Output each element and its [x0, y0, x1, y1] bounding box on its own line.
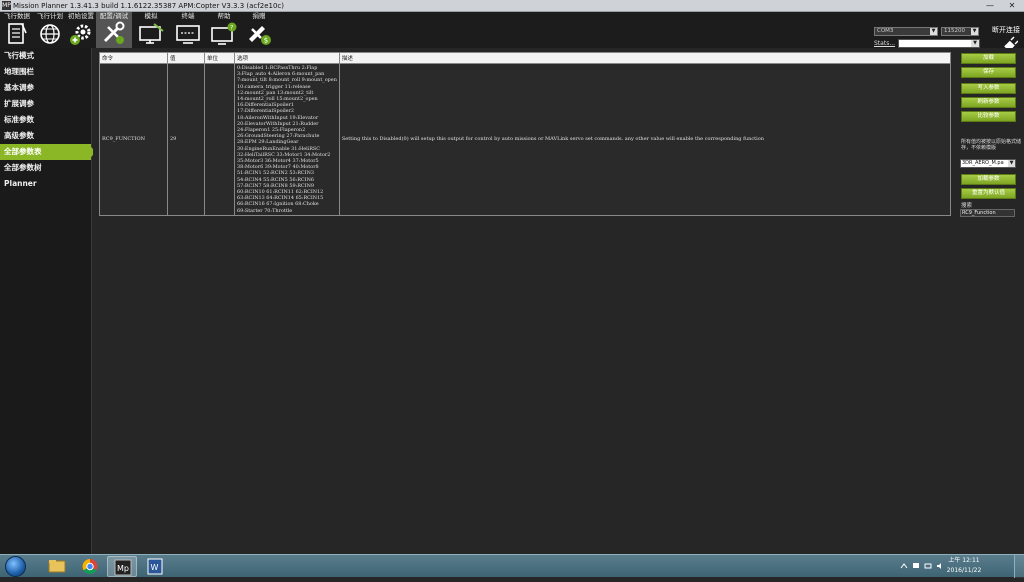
column-header-value[interactable]: 值 — [167, 52, 205, 64]
sidebar-item-flight-modes[interactable]: 飞行模式 — [0, 48, 91, 64]
param-options-cell: 0:Disabled 1:RCPassThru 2:Flap 3:Flap_aut… — [234, 63, 340, 216]
sidebar-item-basic-tuning[interactable]: 基本调参 — [0, 80, 91, 96]
title-bar: MP Mission Planner 1.3.41.3 build 1.1.61… — [0, 0, 1024, 12]
sidebar-item-advanced-params[interactable]: 高级参数 — [0, 128, 91, 144]
param-description-cell: Setting this to Disabled(0) will setup t… — [338, 63, 952, 216]
donate-icon: $ — [249, 26, 271, 45]
menu-help[interactable]: 帮助 ? — [207, 12, 241, 48]
param-command-cell: RC9_FUNCTION — [99, 63, 168, 216]
param-table: 命令 值 单位 选项 描述 RC9_FUNCTION 29 0:Disabled… — [99, 52, 952, 216]
param-file-value: 3DR_AERO_M.pa — [962, 160, 1004, 166]
sidebar-item-full-param-tree[interactable]: 全部参数树 — [0, 160, 91, 176]
chevron-down-icon: ▼ — [1008, 160, 1015, 167]
reset-default-button[interactable]: 重置为默认值 — [961, 188, 1016, 199]
chevron-down-icon: ▼ — [971, 40, 979, 47]
write-params-button[interactable]: 写入参数 — [961, 83, 1016, 94]
volume-icon[interactable] — [936, 562, 944, 570]
clock-time: 上午 12:11 — [948, 557, 980, 564]
menu-label: 模拟 — [144, 12, 158, 20]
taskbar-clock[interactable]: 上午 12:11 2016/11/22 — [944, 556, 984, 576]
column-header-description[interactable]: 描述 — [338, 52, 952, 64]
load-button[interactable]: 加载 — [961, 53, 1016, 64]
menu-donate[interactable]: 捐赠 $ — [242, 12, 276, 48]
start-button[interactable] — [5, 556, 26, 577]
option-line: 69:Starter 70:Throttle — [237, 207, 293, 214]
menu-flight-plan[interactable]: 飞行计划 — [33, 12, 67, 48]
config-tuning-icon — [103, 21, 125, 44]
menu-terminal[interactable]: 终端 — [171, 12, 205, 48]
taskbar-app-mission-planner[interactable]: Mp — [107, 556, 137, 577]
sidebar-item-extended-tuning[interactable]: 扩展调参 — [0, 96, 91, 112]
tray-expand-icon[interactable] — [900, 562, 908, 570]
svg-text:?: ? — [230, 24, 233, 32]
stats-link[interactable]: Stats... — [874, 40, 895, 47]
clock-date: 2016/11/22 — [946, 567, 982, 574]
param-list-panel: 命令 值 单位 选项 描述 RC9_FUNCTION 29 0:Disabled… — [93, 48, 1024, 554]
top-menu: 飞行数据 飞行计划 初始设置 配置/调试 模拟 终端 帮助 ? 捐赠 $ COM… — [0, 12, 1024, 57]
menu-label: 飞行数据 — [4, 12, 30, 20]
taskbar-app-chrome[interactable] — [75, 556, 105, 577]
svg-text:W: W — [151, 563, 159, 572]
menu-simulation[interactable]: 模拟 — [134, 12, 168, 48]
param-actions-panel: 加载 保存 写入参数 刷新参数 比较参数 所有值均被按以原始格式储存，不依赖模版… — [958, 48, 1024, 554]
load-presaved-button[interactable]: 加载参数 — [961, 174, 1016, 185]
flag-icon[interactable] — [912, 562, 920, 570]
config-sidebar: 飞行模式 地理围栏 基本调参 扩展调参 标准参数 高级参数 全部参数表 全部参数… — [0, 48, 96, 554]
sidebar-item-geofence[interactable]: 地理围栏 — [0, 64, 91, 80]
sidebar-item-planner[interactable]: Planner — [0, 176, 91, 192]
help-icon: ? — [211, 22, 237, 45]
save-button[interactable]: 保存 — [961, 67, 1016, 78]
svg-text:$: $ — [264, 37, 268, 45]
param-value-cell[interactable]: 29 — [167, 63, 205, 216]
window-title: Mission Planner 1.3.41.3 build 1.1.6122.… — [13, 2, 284, 10]
sidebar-item-full-param-list[interactable]: 全部参数表 — [0, 144, 96, 160]
menu-label: 帮助 — [217, 12, 231, 20]
svg-text:Mp: Mp — [117, 564, 129, 573]
globe-icon — [40, 24, 60, 44]
show-desktop-button[interactable] — [1014, 555, 1024, 578]
column-header-command[interactable]: 命令 — [99, 52, 168, 64]
menu-config-tuning[interactable]: 配置/调试 — [96, 12, 132, 48]
app-icon: MP — [2, 1, 11, 10]
param-file-select[interactable]: 3DR_AERO_M.pa ▼ — [960, 159, 1016, 168]
storage-note: 所有值均被按以原始格式储存，不依赖模版 — [961, 139, 1022, 151]
stats-select[interactable]: ▼ — [898, 39, 980, 48]
flight-data-icon — [8, 23, 27, 44]
disconnect-label[interactable]: 断开连接 — [992, 25, 1020, 35]
compare-params-button[interactable]: 比较参数 — [961, 111, 1016, 122]
minimize-button[interactable]: — — [982, 0, 998, 12]
explorer-icon — [48, 560, 66, 573]
menu-flight-data[interactable]: 飞行数据 — [0, 12, 34, 48]
column-header-unit[interactable]: 单位 — [204, 52, 235, 64]
taskbar-app-word[interactable]: W — [140, 556, 170, 577]
menu-label: 配置/调试 — [99, 12, 129, 20]
word-icon: W — [147, 558, 163, 575]
menu-label: 飞行计划 — [37, 12, 63, 20]
menu-label: 终端 — [181, 12, 195, 20]
param-unit-cell — [204, 63, 235, 216]
search-label: 搜索 — [961, 203, 973, 209]
table-header-row: 命令 值 单位 选项 描述 — [99, 52, 952, 64]
simulation-icon — [139, 23, 164, 44]
taskbar-app-explorer[interactable] — [42, 556, 72, 577]
close-button[interactable]: ✕ — [1004, 0, 1020, 12]
network-icon[interactable] — [924, 562, 932, 570]
chrome-icon — [82, 559, 98, 574]
terminal-icon — [176, 25, 200, 44]
initial-setup-icon — [70, 24, 91, 45]
refresh-params-button[interactable]: 刷新参数 — [961, 97, 1016, 108]
table-row[interactable]: RC9_FUNCTION 29 0:Disabled 1:RCPassThru … — [99, 63, 952, 216]
menu-label: 捐赠 — [252, 12, 266, 20]
search-input[interactable]: RC9_Function — [960, 209, 1015, 217]
menu-label: 初始设置 — [68, 12, 94, 20]
column-header-options[interactable]: 选项 — [234, 52, 340, 64]
option-line: 7:mount_tilt 8:mount_roll 9:mount_open — [237, 77, 337, 84]
sidebar-item-standard-params[interactable]: 标准参数 — [0, 112, 91, 128]
taskbar: Mp W 上午 12:11 2016/11/22 — [0, 554, 1024, 578]
menu-initial-setup[interactable]: 初始设置 — [64, 12, 98, 48]
mission-planner-icon: Mp — [114, 559, 132, 576]
